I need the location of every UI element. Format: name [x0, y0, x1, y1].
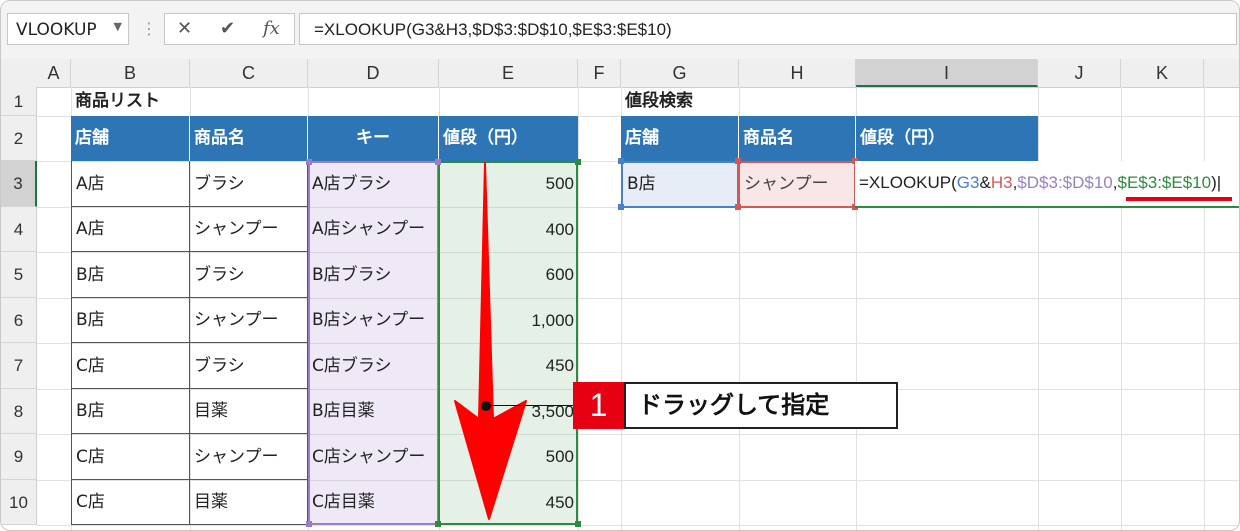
column-header-b[interactable]: B — [71, 59, 190, 87]
range-handle-e-bottom-right[interactable] — [575, 521, 581, 527]
row-header-6[interactable]: 6 — [1, 298, 37, 343]
search-header-price[interactable]: 値段（円） — [856, 116, 1038, 161]
row-header-1[interactable]: 1 — [1, 87, 37, 116]
row-header-3[interactable]: 3 — [1, 161, 37, 207]
cell-c10[interactable]: 目薬 — [190, 480, 308, 525]
name-box[interactable]: VLOOKUP ▼ — [7, 13, 129, 45]
cell-c9[interactable]: シャンプー — [190, 434, 308, 480]
cell-i3-formula: =XLOOKUP(G3&H3,$D$3:$D$10,$E$3:$E$10)| — [859, 173, 1222, 192]
formula-bar: VLOOKUP ▼ ⋮ ✕ ✔ fx =XLOOKUP(G3&H3,$D$3:$… — [1, 1, 1239, 60]
row-header-9[interactable]: 9 — [1, 434, 37, 480]
cell-d6[interactable]: B店シャンプー — [308, 298, 439, 343]
column-header-h[interactable]: H — [739, 59, 856, 87]
range-handle-g3[interactable] — [618, 158, 624, 164]
chevron-down-icon[interactable]: ▼ — [114, 20, 122, 33]
range-handle-g3-bottom[interactable] — [618, 204, 624, 210]
cell-b4[interactable]: A店 — [71, 207, 190, 252]
header-price[interactable]: 値段（円） — [439, 116, 578, 161]
cell-d7[interactable]: C店ブラシ — [308, 343, 439, 389]
range-handle-h3-bottom[interactable] — [735, 204, 741, 210]
cell-h3-value: シャンプー — [744, 174, 829, 194]
insert-function-icon[interactable]: fx — [263, 18, 280, 39]
cell-g3[interactable]: B店 — [621, 161, 739, 208]
cell-d10[interactable]: C店目薬 — [308, 480, 439, 525]
excel-window: VLOOKUP ▼ ⋮ ✕ ✔ fx =XLOOKUP(G3&H3,$D$3:$… — [0, 0, 1240, 531]
cell-b6[interactable]: B店 — [71, 298, 190, 343]
row-header-4[interactable]: 4 — [1, 207, 37, 252]
price-search-title: 値段検索 — [625, 91, 693, 111]
header-key[interactable]: キー — [308, 116, 439, 161]
column-header-bar: A B C D E F G H I J K — [1, 59, 1239, 88]
formula-text: =XLOOKUP(G3&H3,$D$3:$D$10,$E$3:$E$10) — [314, 20, 672, 39]
enter-check-icon[interactable]: ✔ — [220, 18, 235, 39]
column-header-e[interactable]: E — [439, 59, 578, 87]
down-arrow-annotation — [454, 162, 527, 520]
header-store[interactable]: 店舗 — [71, 116, 190, 161]
cell-d5[interactable]: B店ブラシ — [308, 252, 439, 298]
cell-c4[interactable]: シャンプー — [190, 207, 308, 252]
name-box-value: VLOOKUP — [16, 20, 97, 40]
row-header-7[interactable]: 7 — [1, 343, 37, 389]
cell-h3[interactable]: シャンプー — [738, 161, 856, 208]
row-header-5[interactable]: 5 — [1, 252, 37, 298]
column-header-f[interactable]: F — [578, 59, 621, 87]
search-header-store[interactable]: 店舗 — [621, 116, 739, 161]
cell-b3[interactable]: A店 — [71, 161, 190, 207]
cell-d8[interactable]: B店目薬 — [308, 389, 439, 434]
vertical-dots-icon: ⋮ — [141, 19, 157, 38]
underline-annotation — [1126, 197, 1232, 201]
range-handle-h3[interactable] — [735, 158, 741, 164]
column-header-i[interactable]: I — [856, 59, 1038, 87]
range-handle-d-top-left[interactable] — [306, 159, 312, 165]
cell-c7[interactable]: ブラシ — [190, 343, 308, 389]
cell-c5[interactable]: ブラシ — [190, 252, 308, 298]
column-header-j[interactable]: J — [1038, 59, 1121, 87]
cell-b5[interactable]: B店 — [71, 252, 190, 298]
row-header-2[interactable]: 2 — [1, 116, 37, 161]
search-header-product-name[interactable]: 商品名 — [739, 116, 856, 161]
step-instruction-label: ドラッグして指定 — [624, 382, 898, 429]
cell-c6[interactable]: シャンプー — [190, 298, 308, 343]
cell-c8[interactable]: 目薬 — [190, 389, 308, 434]
cell-b9[interactable]: C店 — [71, 434, 190, 480]
cell-g3-value: B店 — [627, 174, 656, 194]
column-header-k[interactable]: K — [1121, 59, 1204, 87]
callout-leader-line — [491, 405, 573, 406]
column-header-d[interactable]: D — [308, 59, 439, 87]
column-header-a[interactable]: A — [37, 59, 71, 87]
cursor-dot — [481, 401, 491, 411]
row-header-8[interactable]: 8 — [1, 389, 37, 434]
cell-d3[interactable]: A店ブラシ — [308, 161, 439, 207]
column-header-g[interactable]: G — [621, 59, 739, 87]
cell-b7[interactable]: C店 — [71, 343, 190, 389]
cell-d4[interactable]: A店シャンプー — [308, 207, 439, 252]
column-header-c[interactable]: C — [190, 59, 308, 87]
product-list-title: 商品リスト — [75, 91, 160, 111]
formula-input[interactable]: =XLOOKUP(G3&H3,$D$3:$D$10,$E$3:$E$10) — [299, 13, 1237, 45]
arrow-shape — [454, 162, 527, 520]
cell-b8[interactable]: B店 — [71, 389, 190, 434]
cancel-icon[interactable]: ✕ — [177, 18, 192, 39]
step-number-badge: 1 — [573, 382, 624, 429]
row-header-10[interactable]: 10 — [1, 480, 37, 525]
range-handle-e-top-right[interactable] — [575, 159, 581, 165]
cell-c3[interactable]: ブラシ — [190, 161, 308, 207]
cell-b10[interactable]: C店 — [71, 480, 190, 525]
cell-d9[interactable]: C店シャンプー — [308, 434, 439, 480]
header-product-name[interactable]: 商品名 — [190, 116, 308, 161]
formula-buttons: ✕ ✔ fx — [164, 13, 295, 45]
range-handle-d-bottom-left[interactable] — [306, 521, 312, 527]
